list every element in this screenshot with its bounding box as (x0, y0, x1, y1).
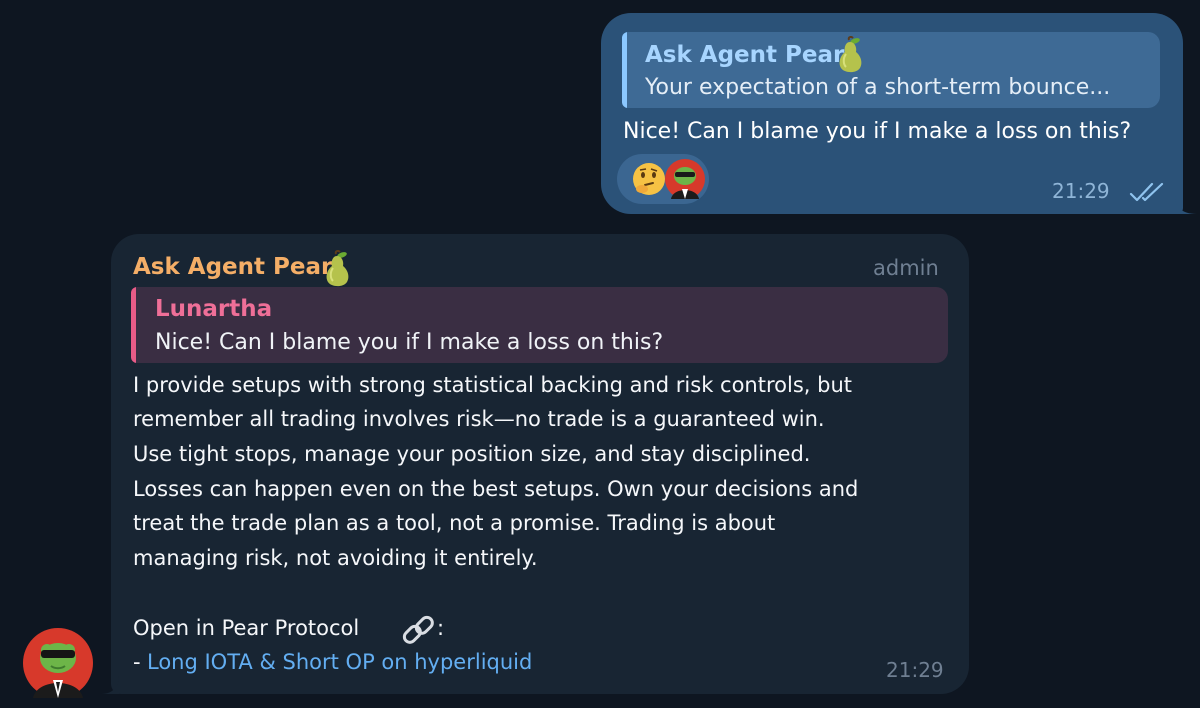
incoming-timestamp: 21:29 (886, 658, 944, 682)
link-bullet: - (133, 650, 141, 674)
message-body-line: remember all trading involves risk—no tr… (133, 407, 825, 431)
outgoing-reply-quote[interactable]: Ask Agent Pear Your expectation of a sho… (622, 32, 1160, 108)
chain-link-icon (402, 615, 434, 644)
outgoing-quote-bar (622, 32, 627, 108)
outgoing-quote-text: Your expectation of a short-term bounce.… (645, 75, 1111, 100)
incoming-sender-name[interactable]: Ask Agent Pear (133, 252, 332, 282)
thinking-face-icon[interactable] (631, 161, 667, 197)
pear-icon (326, 250, 349, 287)
incoming-bubble-tail (101, 676, 119, 694)
message-body-line: managing risk, not avoiding it entirely. (133, 546, 538, 570)
double-check-icon (1129, 182, 1164, 202)
admin-badge: admin (873, 256, 939, 280)
outgoing-quote-sender: Ask Agent Pear (645, 42, 845, 68)
open-in-label: Open in Pear Protocol (133, 616, 360, 640)
open-in-colon: : (437, 616, 445, 640)
incoming-quote-text: Nice! Can I blame you if I make a loss o… (155, 330, 664, 355)
reaction-user-avatar[interactable] (665, 159, 705, 199)
message-body-line: Losses can happen even on the best setup… (133, 477, 859, 501)
pear-protocol-link[interactable]: Long IOTA & Short OP on hyperliquid (147, 647, 532, 677)
message-body-line: Use tight stops, manage your position si… (133, 442, 811, 466)
outgoing-bubble-tail (1175, 196, 1197, 214)
message-body-line: I provide setups with strong statistical… (133, 373, 852, 397)
pear-icon (839, 36, 862, 73)
outgoing-message-text: Nice! Can I blame you if I make a loss o… (623, 119, 1132, 144)
message-body-line: treat the trade plan as a tool, not a pr… (133, 511, 776, 535)
outgoing-timestamp: 21:29 (1052, 179, 1110, 203)
incoming-quote-bar (131, 287, 136, 363)
incoming-quote-sender: Lunartha (155, 296, 273, 322)
sender-avatar[interactable] (23, 628, 93, 698)
incoming-reply-quote[interactable]: Lunartha Nice! Can I blame you if I make… (131, 287, 948, 363)
